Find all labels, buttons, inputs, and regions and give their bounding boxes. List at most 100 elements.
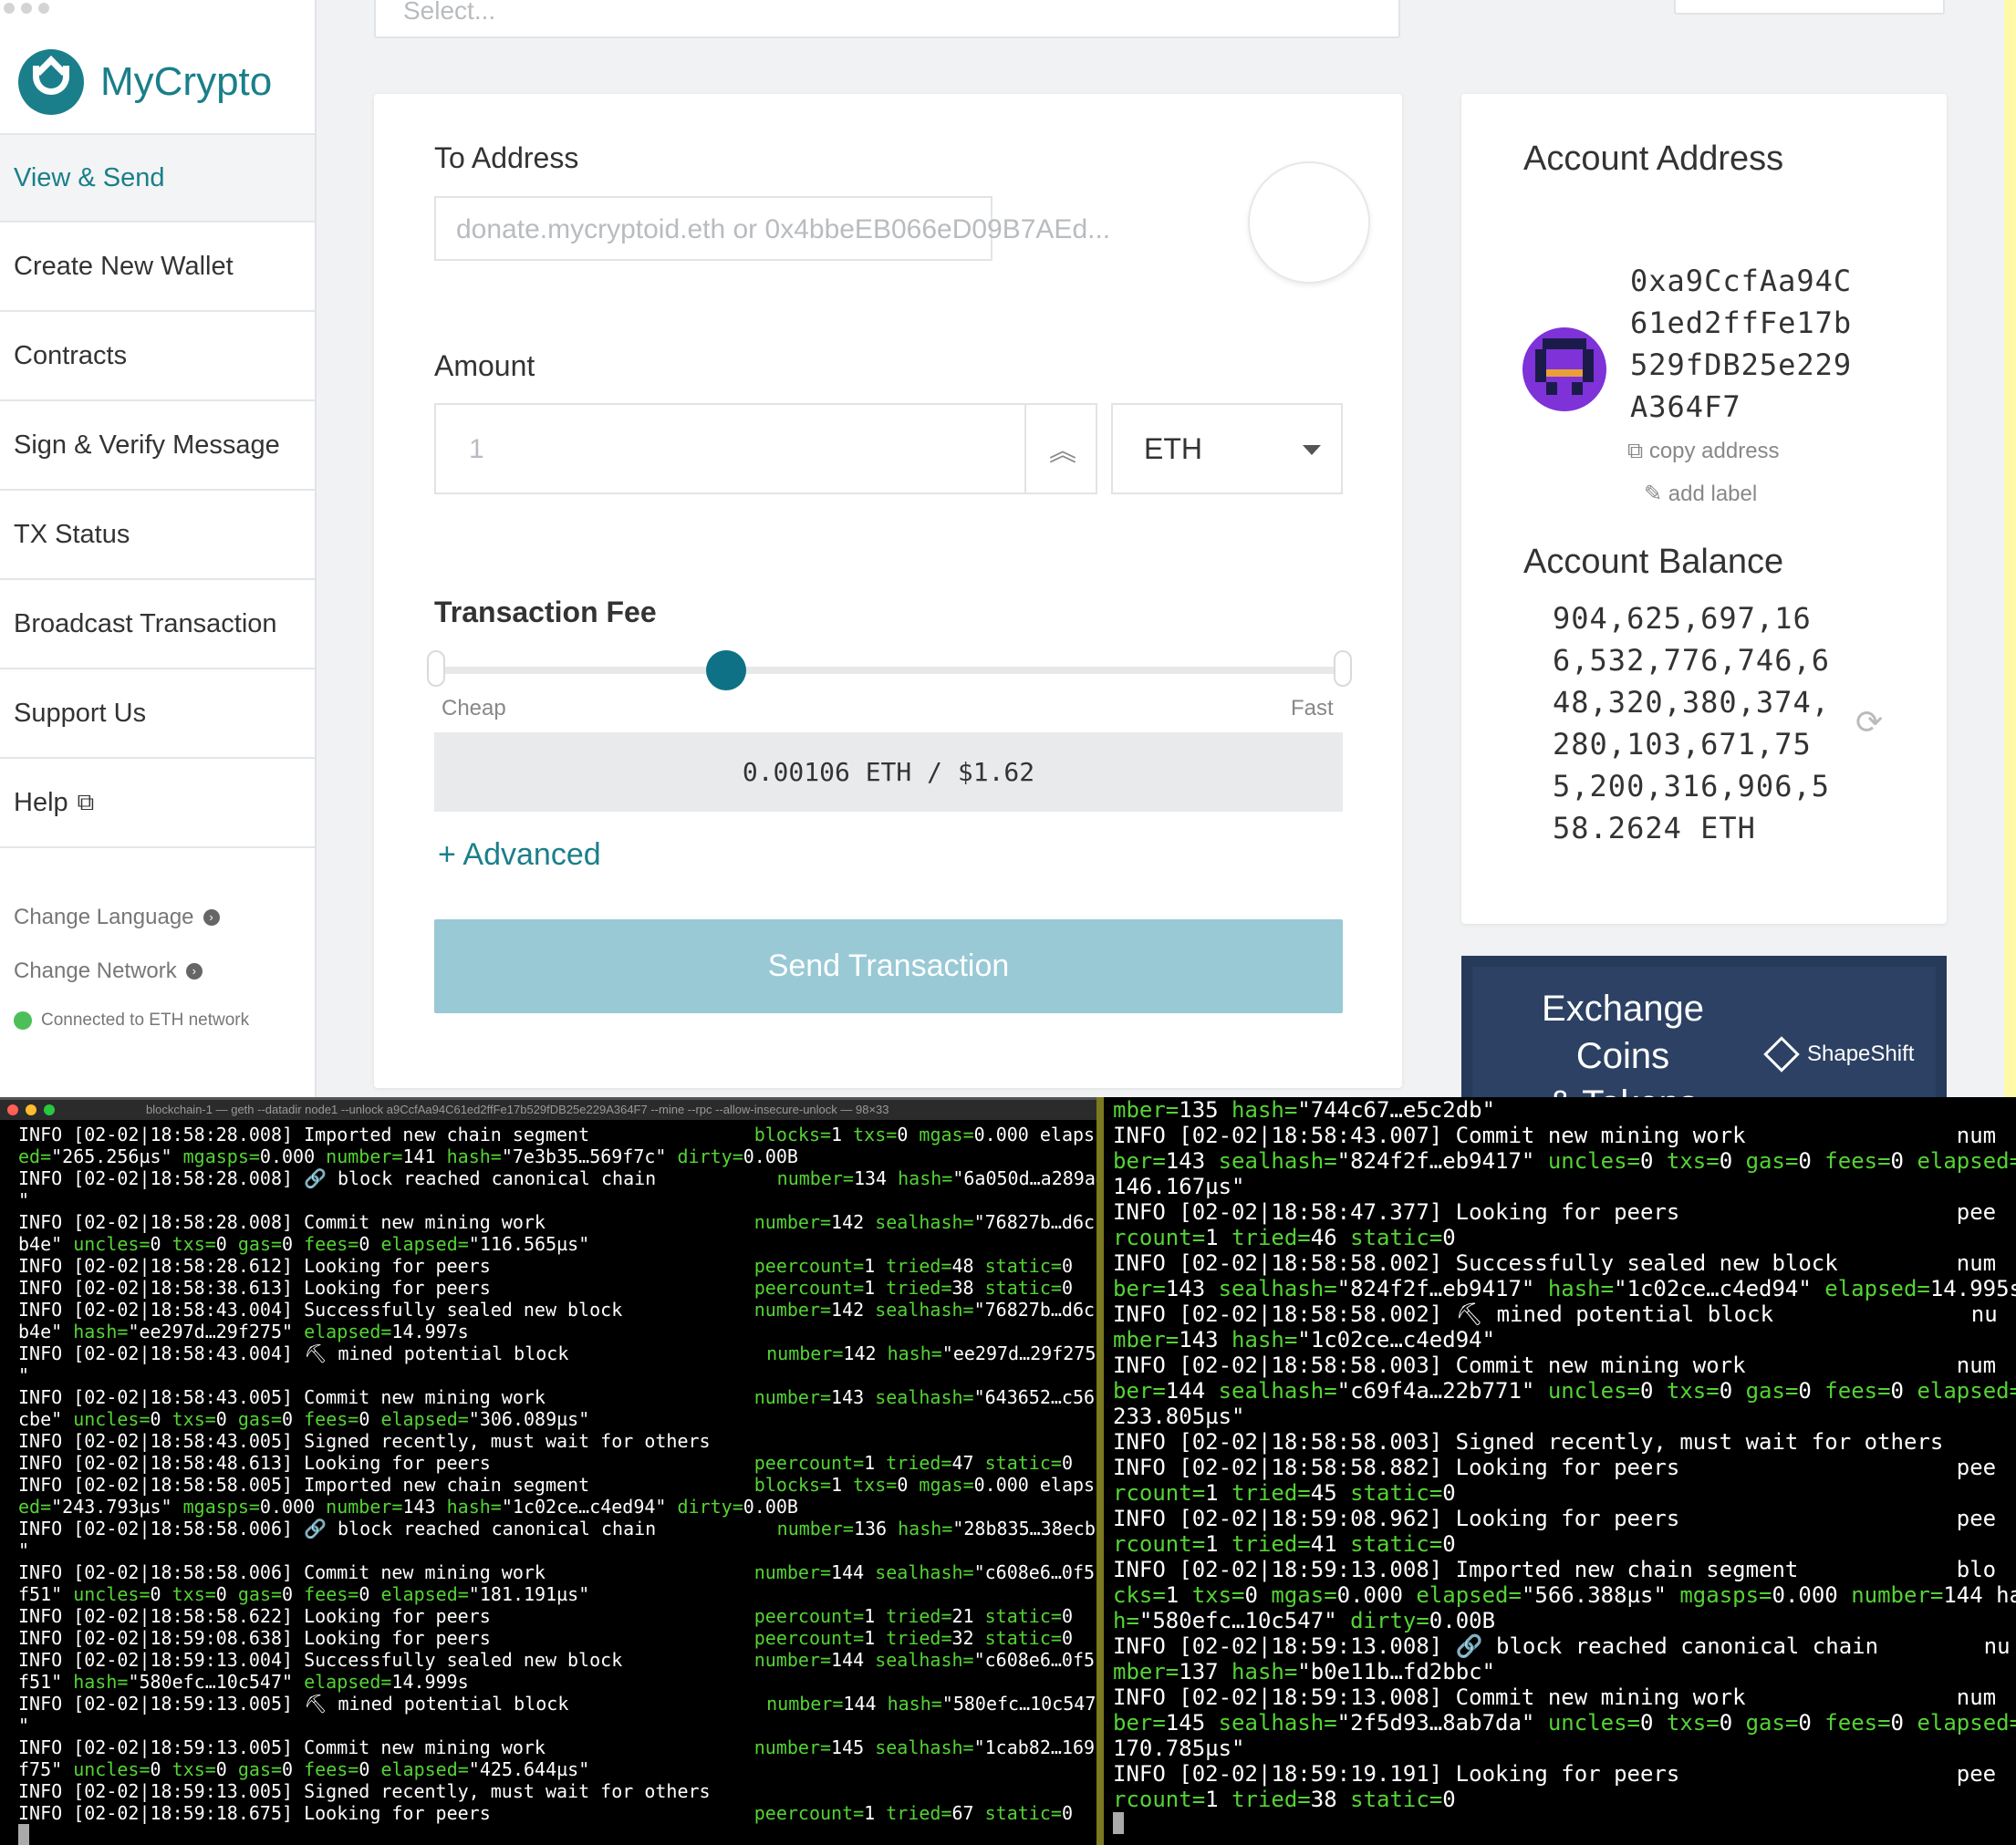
terminal-line: INFO [02-02|18:59:08.638] Looking for pe…: [18, 1627, 1073, 1649]
terminal-output: mber=135 hash="744c67…e5c2db" INFO [02-02…: [1104, 1097, 2016, 1840]
terminal-line: INFO [02-02|18:59:13.008] Imported new c…: [1113, 1557, 1997, 1582]
to-address-placeholder: donate.mycryptoid.eth or 0x4bbeEB066eD09…: [456, 214, 1111, 244]
window-controls: [4, 2, 56, 18]
terminal-line: ber=143 sealhash="824f2f…eb9417" uncles=…: [1113, 1148, 2016, 1174]
terminal-line: b4e" hash="ee297d…29f275" elapsed=14.997…: [18, 1321, 469, 1342]
minimize-icon[interactable]: [26, 1104, 36, 1115]
nav-view-send[interactable]: View & Send: [0, 133, 315, 223]
terminal-left[interactable]: blockchain-1 — geth --datadir node1 --un…: [0, 1097, 1096, 1845]
terminal-line: INFO [02-02|18:58:58.882] Looking for pe…: [1113, 1455, 1997, 1480]
settings-links: Change Language › Change Network ›: [14, 890, 220, 998]
terminal-line: INFO [02-02|18:59:13.005] Signed recentl…: [18, 1780, 711, 1802]
nav-help[interactable]: Help ⧉: [0, 759, 315, 848]
terminal-line: INFO [02-02|18:58:58.006] Commit new min…: [18, 1561, 1096, 1583]
nav-sign-verify[interactable]: Sign & Verify Message: [0, 401, 315, 491]
terminal-line: INFO [02-02|18:58:58.002] ⛏ mined potent…: [1113, 1301, 1998, 1327]
account-card: Account Address 0xa9CcfAa94C 61ed2ffFe17…: [1461, 94, 1947, 924]
terminal-line: INFO [02-02|18:59:13.008] 🔗 block reache…: [1113, 1633, 2011, 1659]
terminal-line: INFO [02-02|18:58:58.002] Successfully s…: [1113, 1250, 1997, 1276]
terminal-line: mber=137 hash="b0e11b…fd2bbc": [1113, 1659, 1496, 1684]
fox-icon: [1763, 1036, 1800, 1073]
select-placeholder: Select...: [403, 0, 496, 25]
copy-address-link[interactable]: ⧉ copy address: [1627, 439, 1780, 464]
nav-label: Contracts: [14, 340, 128, 370]
address-line: A364F7: [1630, 389, 1741, 424]
copy-address-label: copy address: [1648, 439, 1780, 463]
network-status: Connected to ETH network: [14, 1011, 249, 1031]
address-identicon-placeholder: [1248, 161, 1370, 284]
balance-line: 5,200,316,906,5: [1553, 769, 1830, 803]
terminal-right[interactable]: mber=135 hash="744c67…e5c2db" INFO [02-02…: [1104, 1097, 2016, 1845]
fast-label: Fast: [1291, 696, 1334, 720]
terminal-line: INFO [02-02|18:58:28.612] Looking for pe…: [18, 1255, 1073, 1277]
terminal-line: f51" uncles=0 txs=0 gas=0 fees=0 elapsed…: [18, 1583, 590, 1605]
terminal-line: ": [18, 1715, 30, 1736]
terminal-line: INFO [02-02|18:58:28.008] 🔗 block reache…: [18, 1167, 1096, 1189]
terminal-line: INFO [02-02|18:58:58.006] 🔗 block reache…: [18, 1518, 1096, 1539]
status-text: Connected to ETH network: [41, 1011, 250, 1030]
terminal-line: INFO [02-02|18:59:08.962] Looking for pe…: [1113, 1506, 1997, 1531]
unit-select[interactable]: ETH: [1111, 403, 1343, 494]
shapeshift-title-line: Coins: [1575, 1036, 1670, 1076]
pane-divider[interactable]: [1096, 1097, 1104, 1845]
arrow-circle-icon: ›: [203, 908, 220, 926]
window-dot-icon[interactable]: [4, 3, 15, 14]
close-icon[interactable]: [7, 1104, 18, 1115]
account-balance: 904,625,697,16 6,532,776,746,6 48,320,38…: [1553, 597, 1830, 849]
fee-slider-max-handle: [1334, 650, 1352, 687]
change-network-link[interactable]: Change Network ›: [14, 944, 220, 998]
terminal-line: f51" hash="580efc…10c547" elapsed=14.999…: [18, 1671, 469, 1693]
terminal-line: rcount=1 tried=45 static=0: [1113, 1480, 1456, 1506]
terminal-cursor: [1113, 1812, 1124, 1834]
terminal-line: INFO [02-02|18:59:13.004] Successfully s…: [18, 1649, 1096, 1671]
window-dot-icon[interactable]: [38, 3, 49, 14]
fee-slider-track[interactable]: [436, 667, 1343, 674]
amount-input[interactable]: 1 ︽: [434, 403, 1097, 494]
nav-contracts[interactable]: Contracts: [0, 312, 315, 401]
add-label-link[interactable]: ✎ add label: [1644, 481, 1757, 507]
terminal-line: INFO [02-02|18:58:43.004] ⛏ mined potent…: [18, 1342, 1096, 1364]
send-everything-button[interactable]: ︽: [1024, 405, 1099, 492]
shapeshift-logo: ShapeShift: [1763, 1036, 1914, 1073]
terminal-line: ber=145 sealhash="2f5d93…8ab7da" uncles=…: [1113, 1710, 2016, 1736]
refresh-balance-icon[interactable]: ⟳: [1855, 703, 1883, 741]
shapeshift-banner[interactable]: Exchange Coins & Tokens ShapeShift: [1461, 956, 1947, 1104]
to-address-label: To Address: [434, 141, 579, 174]
nav-create-wallet[interactable]: Create New Wallet: [0, 223, 315, 312]
add-label-text: add label: [1668, 482, 1758, 506]
terminal-line: rcount=1 tried=38 static=0: [1113, 1787, 1456, 1812]
advanced-toggle[interactable]: + Advanced: [438, 837, 601, 873]
terminal-line: rcount=1 tried=41 static=0: [1113, 1531, 1456, 1557]
terminal-line: INFO [02-02|18:58:43.005] Signed recentl…: [18, 1430, 711, 1452]
brand-name: MyCrypto: [100, 59, 273, 104]
fee-display: 0.00106 ETH / $1.62: [434, 732, 1343, 812]
top-right-box[interactable]: [1674, 0, 1945, 15]
send-card: To Address donate.mycryptoid.eth or 0x4b…: [374, 94, 1402, 1088]
window-dot-icon[interactable]: [21, 3, 32, 14]
maximize-icon[interactable]: [44, 1104, 55, 1115]
terminal-line: cks=1 txs=0 mgas=0.000 elapsed="566.388µ…: [1113, 1582, 2016, 1608]
nav-label: Sign & Verify Message: [14, 430, 280, 460]
change-language-link[interactable]: Change Language ›: [14, 890, 220, 944]
nav-support[interactable]: Support Us: [0, 669, 315, 759]
send-transaction-button[interactable]: Send Transaction: [434, 919, 1343, 1013]
node-select[interactable]: Select...: [374, 0, 1400, 38]
terminal-line: INFO [02-02|18:58:43.004] Successfully s…: [18, 1299, 1096, 1321]
terminal-line: INFO [02-02|18:58:48.613] Looking for pe…: [18, 1452, 1073, 1474]
terminal-titlebar: blockchain-1 — geth --datadir node1 --un…: [0, 1100, 1096, 1120]
mycrypto-logo[interactable]: MyCrypto: [18, 46, 272, 119]
nav-tx-status[interactable]: TX Status: [0, 491, 315, 580]
address-line: 529fDB25e229: [1630, 347, 1853, 382]
terminal-output: INFO [02-02|18:58:28.008] Imported new c…: [0, 1120, 1096, 1845]
terminal-line: ": [18, 1189, 30, 1211]
fee-slider-knob[interactable]: [706, 650, 747, 690]
terminal-cursor: [18, 1824, 29, 1845]
to-address-input[interactable]: donate.mycryptoid.eth or 0x4bbeEB066eD09…: [434, 196, 1110, 261]
terminal-line: INFO [02-02|18:58:38.613] Looking for pe…: [18, 1277, 1073, 1299]
terminal-line: INFO [02-02|18:59:19.191] Looking for pe…: [1113, 1761, 1997, 1787]
background-window-edge: [2004, 0, 2016, 1097]
nav-broadcast[interactable]: Broadcast Transaction: [0, 580, 315, 669]
terminal-line: INFO [02-02|18:59:13.008] Commit new min…: [1113, 1684, 1997, 1710]
terminal-line: mber=143 hash="1c02ce…c4ed94": [1113, 1327, 1496, 1353]
nav-label: Help: [14, 787, 68, 817]
